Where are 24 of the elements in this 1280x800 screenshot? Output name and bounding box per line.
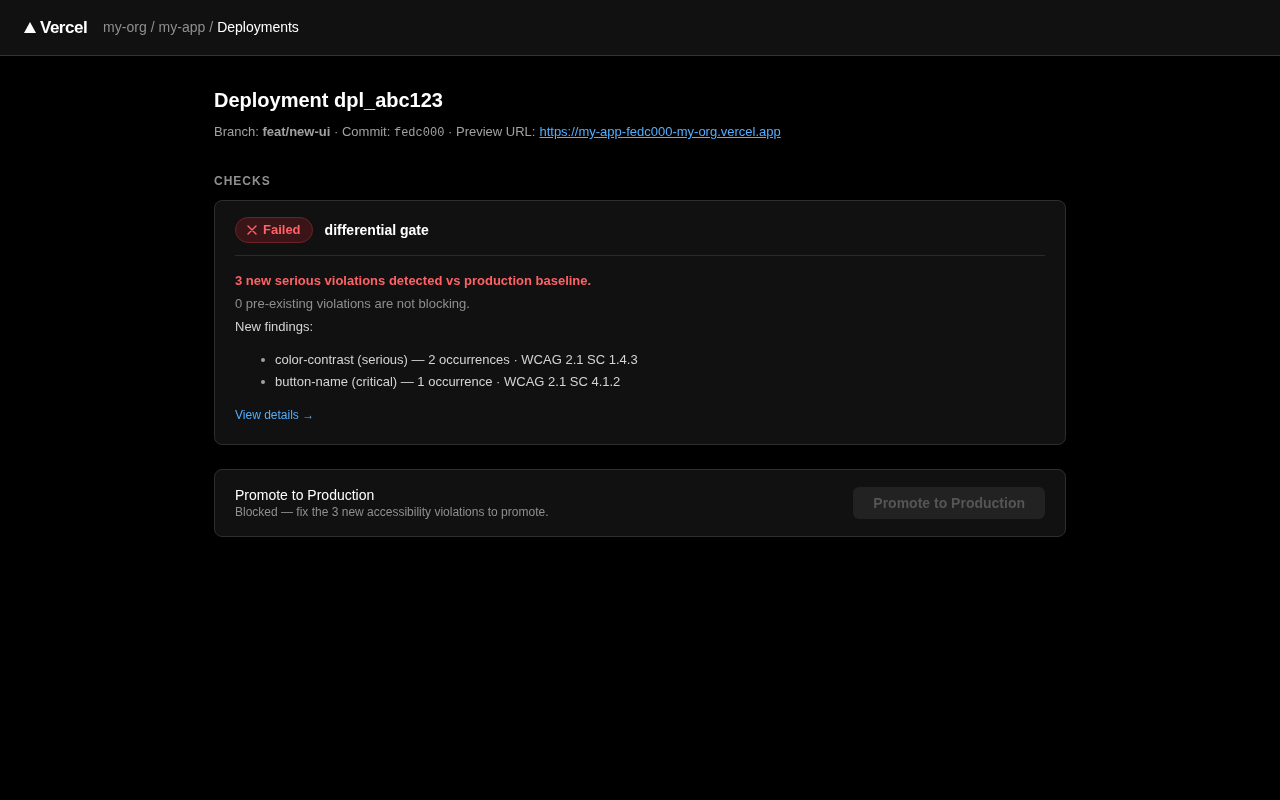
check-name: differential gate	[324, 220, 429, 240]
logo-icon	[24, 22, 36, 33]
view-details-link[interactable]: View details →	[235, 407, 315, 423]
breadcrumb-link[interactable]: my-app	[158, 17, 206, 38]
finding-text: button-name (critical) — 1 occurrence · WCAG 2.1 SC 4.1.2	[275, 373, 621, 391]
x-mark-icon	[247, 225, 257, 235]
promote-title: Promote to Production	[235, 486, 376, 504]
breadcrumb-separator: /	[150, 18, 155, 37]
breadcrumb-link[interactable]: Deployments	[217, 17, 299, 38]
logo-text: Vercel	[40, 16, 88, 39]
findings-label: New findings:	[235, 318, 315, 336]
breadcrumb-link[interactable]: my-org	[103, 17, 147, 38]
bullet-icon	[261, 380, 265, 384]
checks-heading: CHECKS	[214, 173, 272, 189]
bullet-icon	[261, 358, 265, 362]
breadcrumb-separator: /	[209, 18, 214, 37]
deployment-meta: Branch: feat/new-ui · Commit: fedc000 · Preview URL:	[214, 123, 536, 142]
promote-description: Blocked — fix the 3 new accessibility violations to promote.	[235, 504, 549, 520]
page-title: Deployment dpl_abc123	[214, 88, 444, 113]
check-summary: 3 new serious violations detected vs production baseline.	[235, 272, 593, 290]
status-label: Failed	[263, 221, 301, 240]
check-note: 0 pre-existing violations are not blocking.	[235, 295, 471, 313]
finding-text: color-contrast (serious) — 2 occurrences · WCAG 2.1 SC 1.4.3	[275, 351, 638, 369]
preview-url-link[interactable]: https://my-app-fedc000-my-org.vercel.app	[539, 122, 781, 142]
